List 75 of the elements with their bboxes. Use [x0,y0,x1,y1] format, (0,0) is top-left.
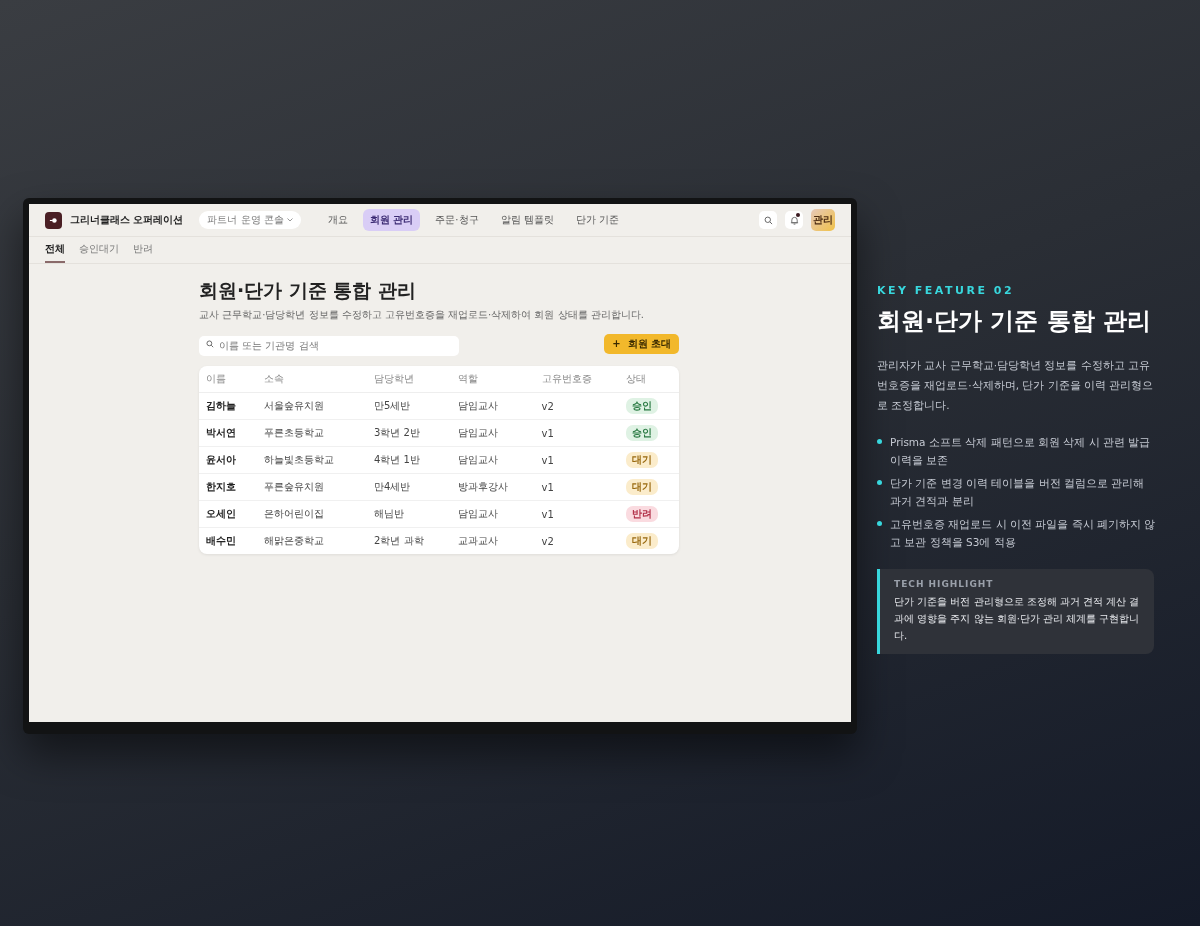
status-badge: 승인 [625,425,658,441]
feature-bullet: Prisma 소프트 삭제 패턴으로 회원 삭제 시 관련 발급 이력을 보존 [890,435,1152,468]
table-cell: 박서연 [199,419,257,447]
filter-tab[interactable]: 승인대기 [79,237,119,263]
user-avatar[interactable]: 관리 [811,209,835,231]
table-cell: 한지호 [199,473,257,501]
highlight-text: 단가 기준을 버전 관리형으로 조정해 과거 견적 계산 결과에 영향을 주지 않는 회원·단가 관리 체계를 구현합니다. [894,595,1140,643]
status-badge: 대기 [625,479,658,495]
nav-tab[interactable]: 개요 [320,209,355,231]
bullet-icon [877,439,882,444]
filter-tab[interactable]: 반려 [133,237,153,263]
table-cell: 서울숲유치원 [256,392,368,420]
brand-name: 그리너클래스 오퍼레이션 [70,213,184,227]
feature-description: 관리자가 교사 근무학교·담당학년 정보를 수정하고 고유번호증을 재업로드·삭제하며, 단가 기준을 이력 관리형으로 조정합니다. [877,358,1155,413]
table-cell: 해님반 [367,500,451,528]
chevron-down-icon [286,218,293,222]
bullet-icon [877,480,882,485]
nav-tab[interactable]: 알림 템플릿 [493,209,561,231]
column-header: 소속 [256,366,368,393]
status-badge: 대기 [625,452,658,468]
status-badge: 반려 [625,506,658,522]
nav-tab[interactable]: 회원 관리 [362,209,421,231]
table-cell: 해맑은중학교 [256,527,368,554]
column-header: 고유번호증 [534,366,619,393]
table-cell: v2 [534,392,619,420]
table-cell: v1 [534,446,619,474]
highlight-label: TECH HIGHLIGHT [894,579,995,589]
search-button[interactable] [759,211,777,229]
notification-button[interactable] [785,211,803,229]
table-cell: 푸른숲유치원 [256,473,368,501]
table-cell: 2학년 과학 [367,527,451,554]
table-cell: 만4세반 [367,473,451,501]
logo-icon [45,211,62,229]
table-cell: 담임교사 [450,392,535,420]
table-cell: 담임교사 [450,446,535,474]
table-cell: v1 [534,473,619,501]
table-cell: 김하늘 [199,392,257,420]
feature-bullet: 고유번호증 재업로드 시 이전 파일을 즉시 폐기하지 않고 보관 정책을 S3에 적용 [890,517,1157,550]
table-cell: 오세인 [199,500,257,528]
table-cell: 교과교사 [450,527,535,554]
table-cell: 은하어린이집 [256,500,368,528]
table-cell: 하늘빛초등학교 [256,446,368,474]
nav-tab[interactable]: 주문·청구 [428,209,486,231]
column-header: 역할 [450,366,535,393]
column-header: 이름 [199,366,257,393]
table-cell: v1 [534,419,619,447]
page-title: 회원·단가 기준 통합 관리 [199,278,418,303]
search-icon [206,340,214,348]
feature-eyebrow: KEY FEATURE 02 [877,284,1016,297]
invite-button[interactable]: + 회원 초대 [604,334,679,354]
search-icon [763,215,773,225]
table-cell: v1 [534,500,619,528]
table-cell: 3학년 2반 [367,419,451,447]
filter-tab[interactable]: 전체 [45,237,65,263]
status-badge: 대기 [625,533,658,549]
feature-title: 회원·단가 기준 통합 관리 [877,306,1153,337]
table-cell: 배수민 [199,527,257,554]
bullet-icon [877,521,882,526]
workspace-dropdown[interactable]: 파트너 운영 콘솔 [199,211,301,229]
table-cell: 만5세반 [367,392,451,420]
table-cell: 담임교사 [450,500,535,528]
nav-tab[interactable]: 단가 기준 [568,209,626,231]
column-header: 담당학년 [367,366,451,393]
feature-bullet: 단가 기준 변경 이력 테이블을 버전 컬럼으로 관리해 과거 견적과 분리 [890,476,1146,509]
search-field[interactable]: 이름 또는 기관명 검색 [199,335,459,356]
column-header: 상태 [618,366,679,393]
page-description: 교사 근무학교·담당학년 정보를 수정하고 고유번호증을 재업로드·삭제하여 회원 상태를 관리합니다. [199,308,645,322]
table-cell: 담임교사 [450,419,535,447]
table-cell: 4학년 1반 [367,446,451,474]
table-cell: v2 [534,527,619,554]
table-cell: 방과후강사 [450,473,535,501]
table-cell: 푸른초등학교 [256,419,368,447]
table-cell: 윤서아 [199,446,257,474]
bell-icon [789,215,799,225]
status-badge: 승인 [625,398,658,414]
